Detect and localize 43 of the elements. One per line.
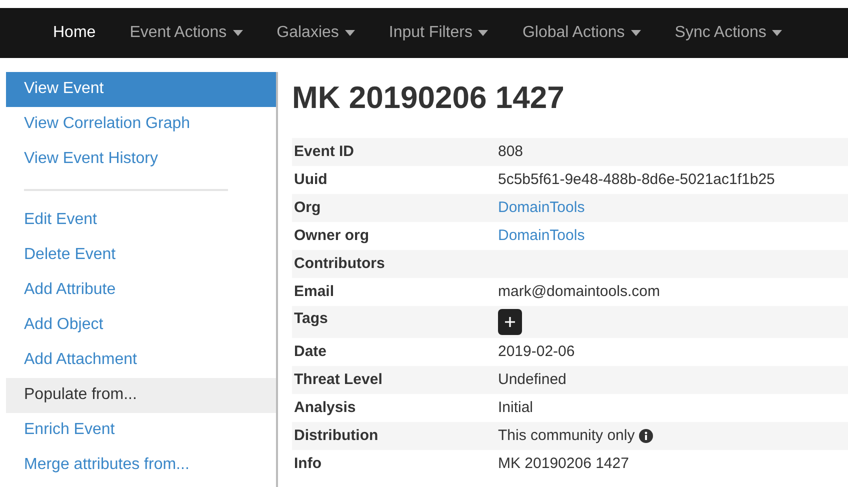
sidebar-item[interactable]: Delete Event (6, 238, 276, 273)
field-label: Analysis (293, 398, 357, 418)
nav-tab[interactable]: Sync Actions (660, 13, 798, 53)
sidebar-item[interactable]: Add Object (6, 308, 276, 343)
field-label: Uuid (293, 170, 328, 190)
sidebar-item[interactable]: View Event (6, 72, 276, 107)
field-label: Email (293, 282, 336, 302)
field-value: 2019-02-06 (498, 342, 575, 362)
field-label: Contributors (293, 254, 386, 274)
event-title: MK 20190206 1427 (292, 79, 566, 117)
field-label: Distribution (293, 426, 380, 446)
field-value: 5c5b5f61-9e48-488b-8d6e-5021ac1f1b25 (498, 170, 775, 190)
plus-icon (505, 317, 515, 327)
nav-tab[interactable]: Home (38, 13, 111, 53)
nav-tab[interactable]: Global Actions (507, 13, 656, 53)
field-value: 808 (498, 142, 524, 162)
field-label: Tags (293, 309, 329, 329)
field-label: Org (293, 198, 322, 218)
field-value: This community only (498, 426, 635, 446)
field-value: MK 20190206 1427 (498, 454, 629, 474)
sidebar-item[interactable]: Add Attribute (6, 273, 276, 308)
sidebar-item[interactable]: Enrich Event (6, 413, 276, 448)
sidebar-item[interactable]: Add Attachment (6, 343, 276, 378)
sidebar-item[interactable]: View Correlation Graph (6, 107, 276, 142)
org-link[interactable]: DomainTools (498, 224, 585, 248)
field-label: Threat Level (293, 370, 384, 390)
field-value: mark@domaintools.com (498, 282, 660, 302)
field-value: Undefined (498, 370, 566, 390)
sidebar-item[interactable]: Edit Event (6, 203, 276, 238)
sidebar-item[interactable]: Merge attributes from... (6, 448, 276, 483)
nav-tab[interactable]: Input Filters (374, 13, 504, 53)
nav-tab[interactable]: Galaxies (262, 13, 370, 53)
org-link[interactable]: DomainTools (498, 196, 585, 220)
field-label: Info (293, 454, 322, 474)
nav-tab[interactable]: Event Actions (114, 13, 258, 53)
info-icon (638, 429, 653, 443)
add-tag-button[interactable] (498, 309, 522, 335)
field-label: Owner org (293, 226, 370, 246)
field-label: Date (293, 342, 328, 362)
sidebar-item[interactable]: Populate from... (6, 378, 276, 413)
field-value: Initial (498, 398, 534, 418)
field-label: Event ID (293, 142, 356, 162)
sidebar-item[interactable]: View Event History (6, 142, 276, 177)
